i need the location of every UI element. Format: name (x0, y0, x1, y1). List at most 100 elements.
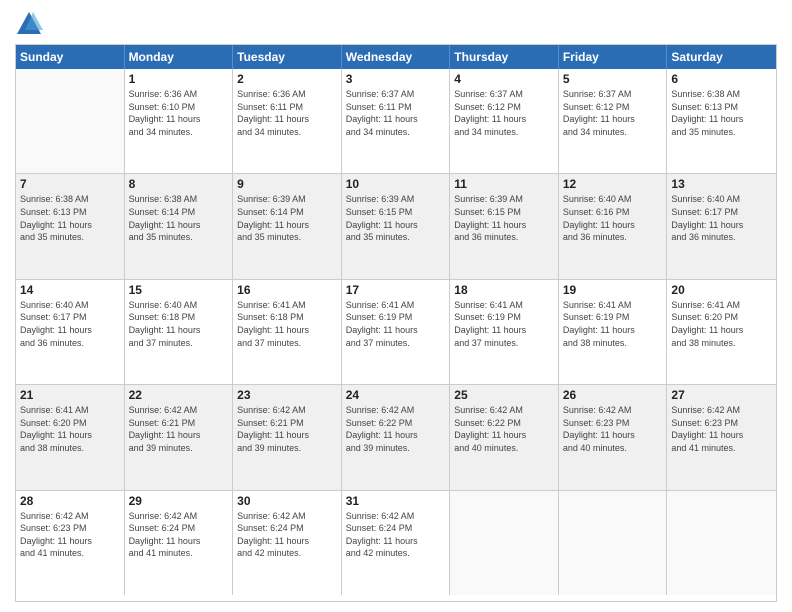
day-cell-27: 27 Sunrise: 6:42 AM Sunset: 6:23 PM Dayli… (667, 385, 776, 489)
day-number: 30 (237, 494, 337, 508)
day-cell-9: 9 Sunrise: 6:39 AM Sunset: 6:14 PM Daylig… (233, 174, 342, 278)
header-day-friday: Friday (559, 45, 668, 69)
calendar-week-2: 7 Sunrise: 6:38 AM Sunset: 6:13 PM Daylig… (16, 174, 776, 279)
day-info: Sunrise: 6:38 AM Sunset: 6:13 PM Dayligh… (671, 88, 772, 138)
day-number: 12 (563, 177, 663, 191)
empty-cell (450, 491, 559, 595)
day-info: Sunrise: 6:41 AM Sunset: 6:18 PM Dayligh… (237, 299, 337, 349)
day-number: 14 (20, 283, 120, 297)
day-number: 18 (454, 283, 554, 297)
calendar-header: SundayMondayTuesdayWednesdayThursdayFrid… (16, 45, 776, 69)
day-cell-13: 13 Sunrise: 6:40 AM Sunset: 6:17 PM Dayli… (667, 174, 776, 278)
day-cell-3: 3Sunrise: 6:37 AM Sunset: 6:11 PM Daylig… (342, 69, 451, 173)
day-info: Sunrise: 6:39 AM Sunset: 6:15 PM Dayligh… (346, 193, 446, 243)
day-info: Sunrise: 6:40 AM Sunset: 6:17 PM Dayligh… (20, 299, 120, 349)
day-info: Sunrise: 6:36 AM Sunset: 6:10 PM Dayligh… (129, 88, 229, 138)
page: SundayMondayTuesdayWednesdayThursdayFrid… (0, 0, 792, 612)
day-cell-2: 2 Sunrise: 6:36 AM Sunset: 6:11 PM Daylig… (233, 69, 342, 173)
day-info: Sunrise: 6:40 AM Sunset: 6:17 PM Dayligh… (671, 193, 772, 243)
day-cell-22: 22 Sunrise: 6:42 AM Sunset: 6:21 PM Dayli… (125, 385, 234, 489)
day-cell-4: 4Sunrise: 6:37 AM Sunset: 6:12 PM Daylig… (450, 69, 559, 173)
day-info: Sunrise: 6:39 AM Sunset: 6:14 PM Dayligh… (237, 193, 337, 243)
header-day-sunday: Sunday (16, 45, 125, 69)
day-cell-24: 24Sunrise: 6:42 AM Sunset: 6:22 PM Dayli… (342, 385, 451, 489)
day-info: Sunrise: 6:42 AM Sunset: 6:24 PM Dayligh… (237, 510, 337, 560)
day-cell-16: 16 Sunrise: 6:41 AM Sunset: 6:18 PM Dayli… (233, 280, 342, 384)
day-number: 27 (671, 388, 772, 402)
day-cell-1: 1 Sunrise: 6:36 AM Sunset: 6:10 PM Daylig… (125, 69, 234, 173)
day-cell-14: 14 Sunrise: 6:40 AM Sunset: 6:17 PM Dayli… (16, 280, 125, 384)
day-cell-12: 12 Sunrise: 6:40 AM Sunset: 6:16 PM Dayli… (559, 174, 668, 278)
day-number: 15 (129, 283, 229, 297)
header-day-monday: Monday (125, 45, 234, 69)
day-info: Sunrise: 6:42 AM Sunset: 6:23 PM Dayligh… (563, 404, 663, 454)
day-info: Sunrise: 6:36 AM Sunset: 6:11 PM Dayligh… (237, 88, 337, 138)
day-info: Sunrise: 6:41 AM Sunset: 6:19 PM Dayligh… (454, 299, 554, 349)
day-info: Sunrise: 6:42 AM Sunset: 6:24 PM Dayligh… (346, 510, 446, 560)
day-cell-23: 23 Sunrise: 6:42 AM Sunset: 6:21 PM Dayli… (233, 385, 342, 489)
calendar-week-1: 1 Sunrise: 6:36 AM Sunset: 6:10 PM Daylig… (16, 69, 776, 174)
empty-cell (667, 491, 776, 595)
day-info: Sunrise: 6:41 AM Sunset: 6:20 PM Dayligh… (20, 404, 120, 454)
day-cell-19: 19 Sunrise: 6:41 AM Sunset: 6:19 PM Dayli… (559, 280, 668, 384)
day-info: Sunrise: 6:37 AM Sunset: 6:12 PM Dayligh… (563, 88, 663, 138)
day-info: Sunrise: 6:41 AM Sunset: 6:19 PM Dayligh… (346, 299, 446, 349)
day-info: Sunrise: 6:42 AM Sunset: 6:21 PM Dayligh… (237, 404, 337, 454)
header-day-wednesday: Wednesday (342, 45, 451, 69)
day-number: 17 (346, 283, 446, 297)
calendar-week-4: 21 Sunrise: 6:41 AM Sunset: 6:20 PM Dayli… (16, 385, 776, 490)
day-info: Sunrise: 6:40 AM Sunset: 6:16 PM Dayligh… (563, 193, 663, 243)
logo-icon (15, 10, 43, 38)
empty-cell (16, 69, 125, 173)
day-number: 11 (454, 177, 554, 191)
header (15, 10, 777, 38)
day-info: Sunrise: 6:37 AM Sunset: 6:11 PM Dayligh… (346, 88, 446, 138)
day-number: 31 (346, 494, 446, 508)
day-number: 21 (20, 388, 120, 402)
day-cell-30: 30 Sunrise: 6:42 AM Sunset: 6:24 PM Dayli… (233, 491, 342, 595)
day-info: Sunrise: 6:37 AM Sunset: 6:12 PM Dayligh… (454, 88, 554, 138)
day-number: 2 (237, 72, 337, 86)
day-cell-29: 29Sunrise: 6:42 AM Sunset: 6:24 PM Dayli… (125, 491, 234, 595)
day-cell-5: 5 Sunrise: 6:37 AM Sunset: 6:12 PM Daylig… (559, 69, 668, 173)
day-cell-7: 7 Sunrise: 6:38 AM Sunset: 6:13 PM Daylig… (16, 174, 125, 278)
day-number: 25 (454, 388, 554, 402)
day-cell-26: 26 Sunrise: 6:42 AM Sunset: 6:23 PM Dayli… (559, 385, 668, 489)
day-number: 13 (671, 177, 772, 191)
day-info: Sunrise: 6:42 AM Sunset: 6:23 PM Dayligh… (20, 510, 120, 560)
day-number: 16 (237, 283, 337, 297)
header-day-thursday: Thursday (450, 45, 559, 69)
logo (15, 10, 47, 38)
day-cell-17: 17 Sunrise: 6:41 AM Sunset: 6:19 PM Dayli… (342, 280, 451, 384)
header-day-tuesday: Tuesday (233, 45, 342, 69)
calendar-week-5: 28Sunrise: 6:42 AM Sunset: 6:23 PM Dayli… (16, 491, 776, 595)
day-info: Sunrise: 6:42 AM Sunset: 6:22 PM Dayligh… (346, 404, 446, 454)
day-info: Sunrise: 6:42 AM Sunset: 6:21 PM Dayligh… (129, 404, 229, 454)
day-cell-21: 21 Sunrise: 6:41 AM Sunset: 6:20 PM Dayli… (16, 385, 125, 489)
day-number: 8 (129, 177, 229, 191)
day-info: Sunrise: 6:38 AM Sunset: 6:13 PM Dayligh… (20, 193, 120, 243)
day-info: Sunrise: 6:41 AM Sunset: 6:19 PM Dayligh… (563, 299, 663, 349)
day-number: 26 (563, 388, 663, 402)
day-info: Sunrise: 6:42 AM Sunset: 6:22 PM Dayligh… (454, 404, 554, 454)
day-cell-6: 6 Sunrise: 6:38 AM Sunset: 6:13 PM Daylig… (667, 69, 776, 173)
calendar-week-3: 14 Sunrise: 6:40 AM Sunset: 6:17 PM Dayli… (16, 280, 776, 385)
day-cell-11: 11Sunrise: 6:39 AM Sunset: 6:15 PM Dayli… (450, 174, 559, 278)
day-cell-18: 18 Sunrise: 6:41 AM Sunset: 6:19 PM Dayli… (450, 280, 559, 384)
day-info: Sunrise: 6:40 AM Sunset: 6:18 PM Dayligh… (129, 299, 229, 349)
calendar-body: 1 Sunrise: 6:36 AM Sunset: 6:10 PM Daylig… (16, 69, 776, 595)
day-info: Sunrise: 6:41 AM Sunset: 6:20 PM Dayligh… (671, 299, 772, 349)
day-cell-10: 10Sunrise: 6:39 AM Sunset: 6:15 PM Dayli… (342, 174, 451, 278)
day-cell-25: 25 Sunrise: 6:42 AM Sunset: 6:22 PM Dayli… (450, 385, 559, 489)
day-number: 7 (20, 177, 120, 191)
day-number: 9 (237, 177, 337, 191)
day-number: 22 (129, 388, 229, 402)
day-cell-28: 28Sunrise: 6:42 AM Sunset: 6:23 PM Dayli… (16, 491, 125, 595)
day-cell-20: 20Sunrise: 6:41 AM Sunset: 6:20 PM Dayli… (667, 280, 776, 384)
day-number: 1 (129, 72, 229, 86)
day-number: 5 (563, 72, 663, 86)
day-number: 23 (237, 388, 337, 402)
day-number: 19 (563, 283, 663, 297)
day-info: Sunrise: 6:42 AM Sunset: 6:23 PM Dayligh… (671, 404, 772, 454)
day-number: 6 (671, 72, 772, 86)
